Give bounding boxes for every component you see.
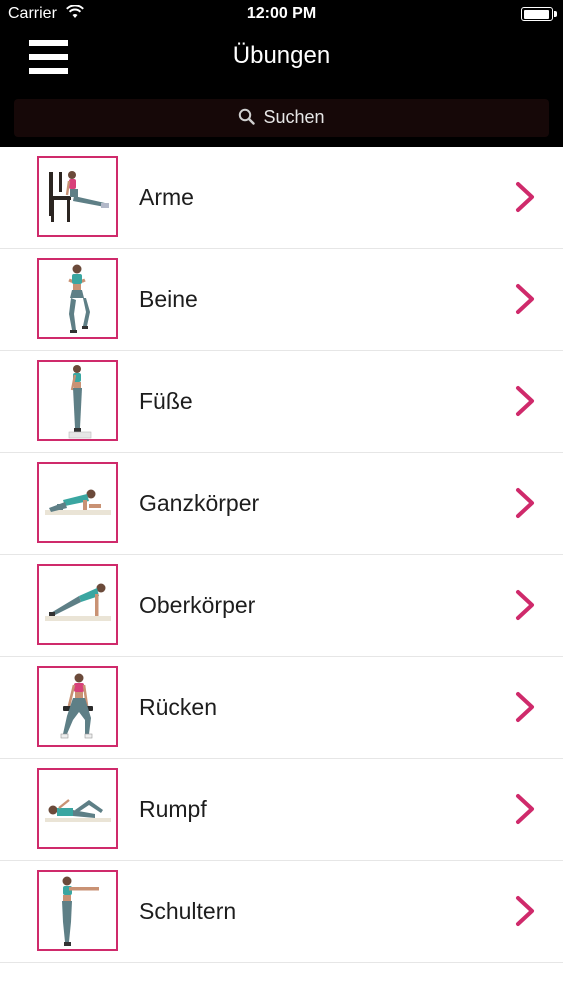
core-exercise-side-lying-icon xyxy=(37,768,118,849)
list-item-oberkoerper[interactable]: Oberkörper xyxy=(0,555,563,657)
leg-exercise-lunge-icon xyxy=(37,258,118,339)
back-exercise-dumbbell-row-icon xyxy=(37,666,118,747)
list-item-ruecken[interactable]: Rücken xyxy=(0,657,563,759)
header: Carrier 12:00 PM Übungen Suchen xyxy=(0,0,563,147)
chevron-right-icon xyxy=(516,896,534,926)
chevron-right-icon xyxy=(516,590,534,620)
status-bar: Carrier 12:00 PM xyxy=(0,0,563,28)
list-item-fuesse[interactable]: Füße xyxy=(0,351,563,453)
list-item-label: Füße xyxy=(139,388,193,414)
list-item-beine[interactable]: Beine xyxy=(0,249,563,351)
status-time: 12:00 PM xyxy=(246,5,317,22)
shoulder-exercise-arm-raise-icon xyxy=(37,870,118,951)
list-item-ganzkoerper[interactable]: Ganzkörper xyxy=(0,453,563,555)
list-item-label: Beine xyxy=(139,286,198,312)
list-item-schultern[interactable]: Schultern xyxy=(0,861,563,963)
chevron-right-icon xyxy=(516,386,534,416)
page-title: Übungen xyxy=(232,42,331,69)
list-item-label: Arme xyxy=(139,184,194,210)
foot-exercise-calf-raise-icon xyxy=(37,360,118,441)
list-item-label: Oberkörper xyxy=(139,592,256,618)
list-item-label: Rücken xyxy=(139,694,217,720)
arm-exercise-chair-dip-icon xyxy=(37,156,118,237)
upper-body-exercise-pushup-icon xyxy=(37,564,118,645)
chevron-right-icon xyxy=(516,284,534,314)
list-item-label: Schultern xyxy=(139,898,237,924)
battery-icon xyxy=(521,7,557,21)
chevron-right-icon xyxy=(516,182,534,212)
full-body-exercise-plank-icon xyxy=(37,462,118,543)
chevron-right-icon xyxy=(516,794,534,824)
list-item-rumpf[interactable]: Rumpf xyxy=(0,759,563,861)
list-item-label: Rumpf xyxy=(139,796,207,822)
exercise-category-list: Arme Beine Füße Ganzkörper Oberkörper Rü… xyxy=(0,147,563,963)
search-placeholder: Suchen xyxy=(263,107,325,127)
search-bar[interactable]: Suchen xyxy=(14,99,549,137)
list-item-label: Ganzkörper xyxy=(139,490,260,516)
chevron-right-icon xyxy=(516,692,534,722)
search-icon xyxy=(239,108,256,125)
chevron-right-icon xyxy=(516,488,534,518)
list-item-arme[interactable]: Arme xyxy=(0,147,563,249)
